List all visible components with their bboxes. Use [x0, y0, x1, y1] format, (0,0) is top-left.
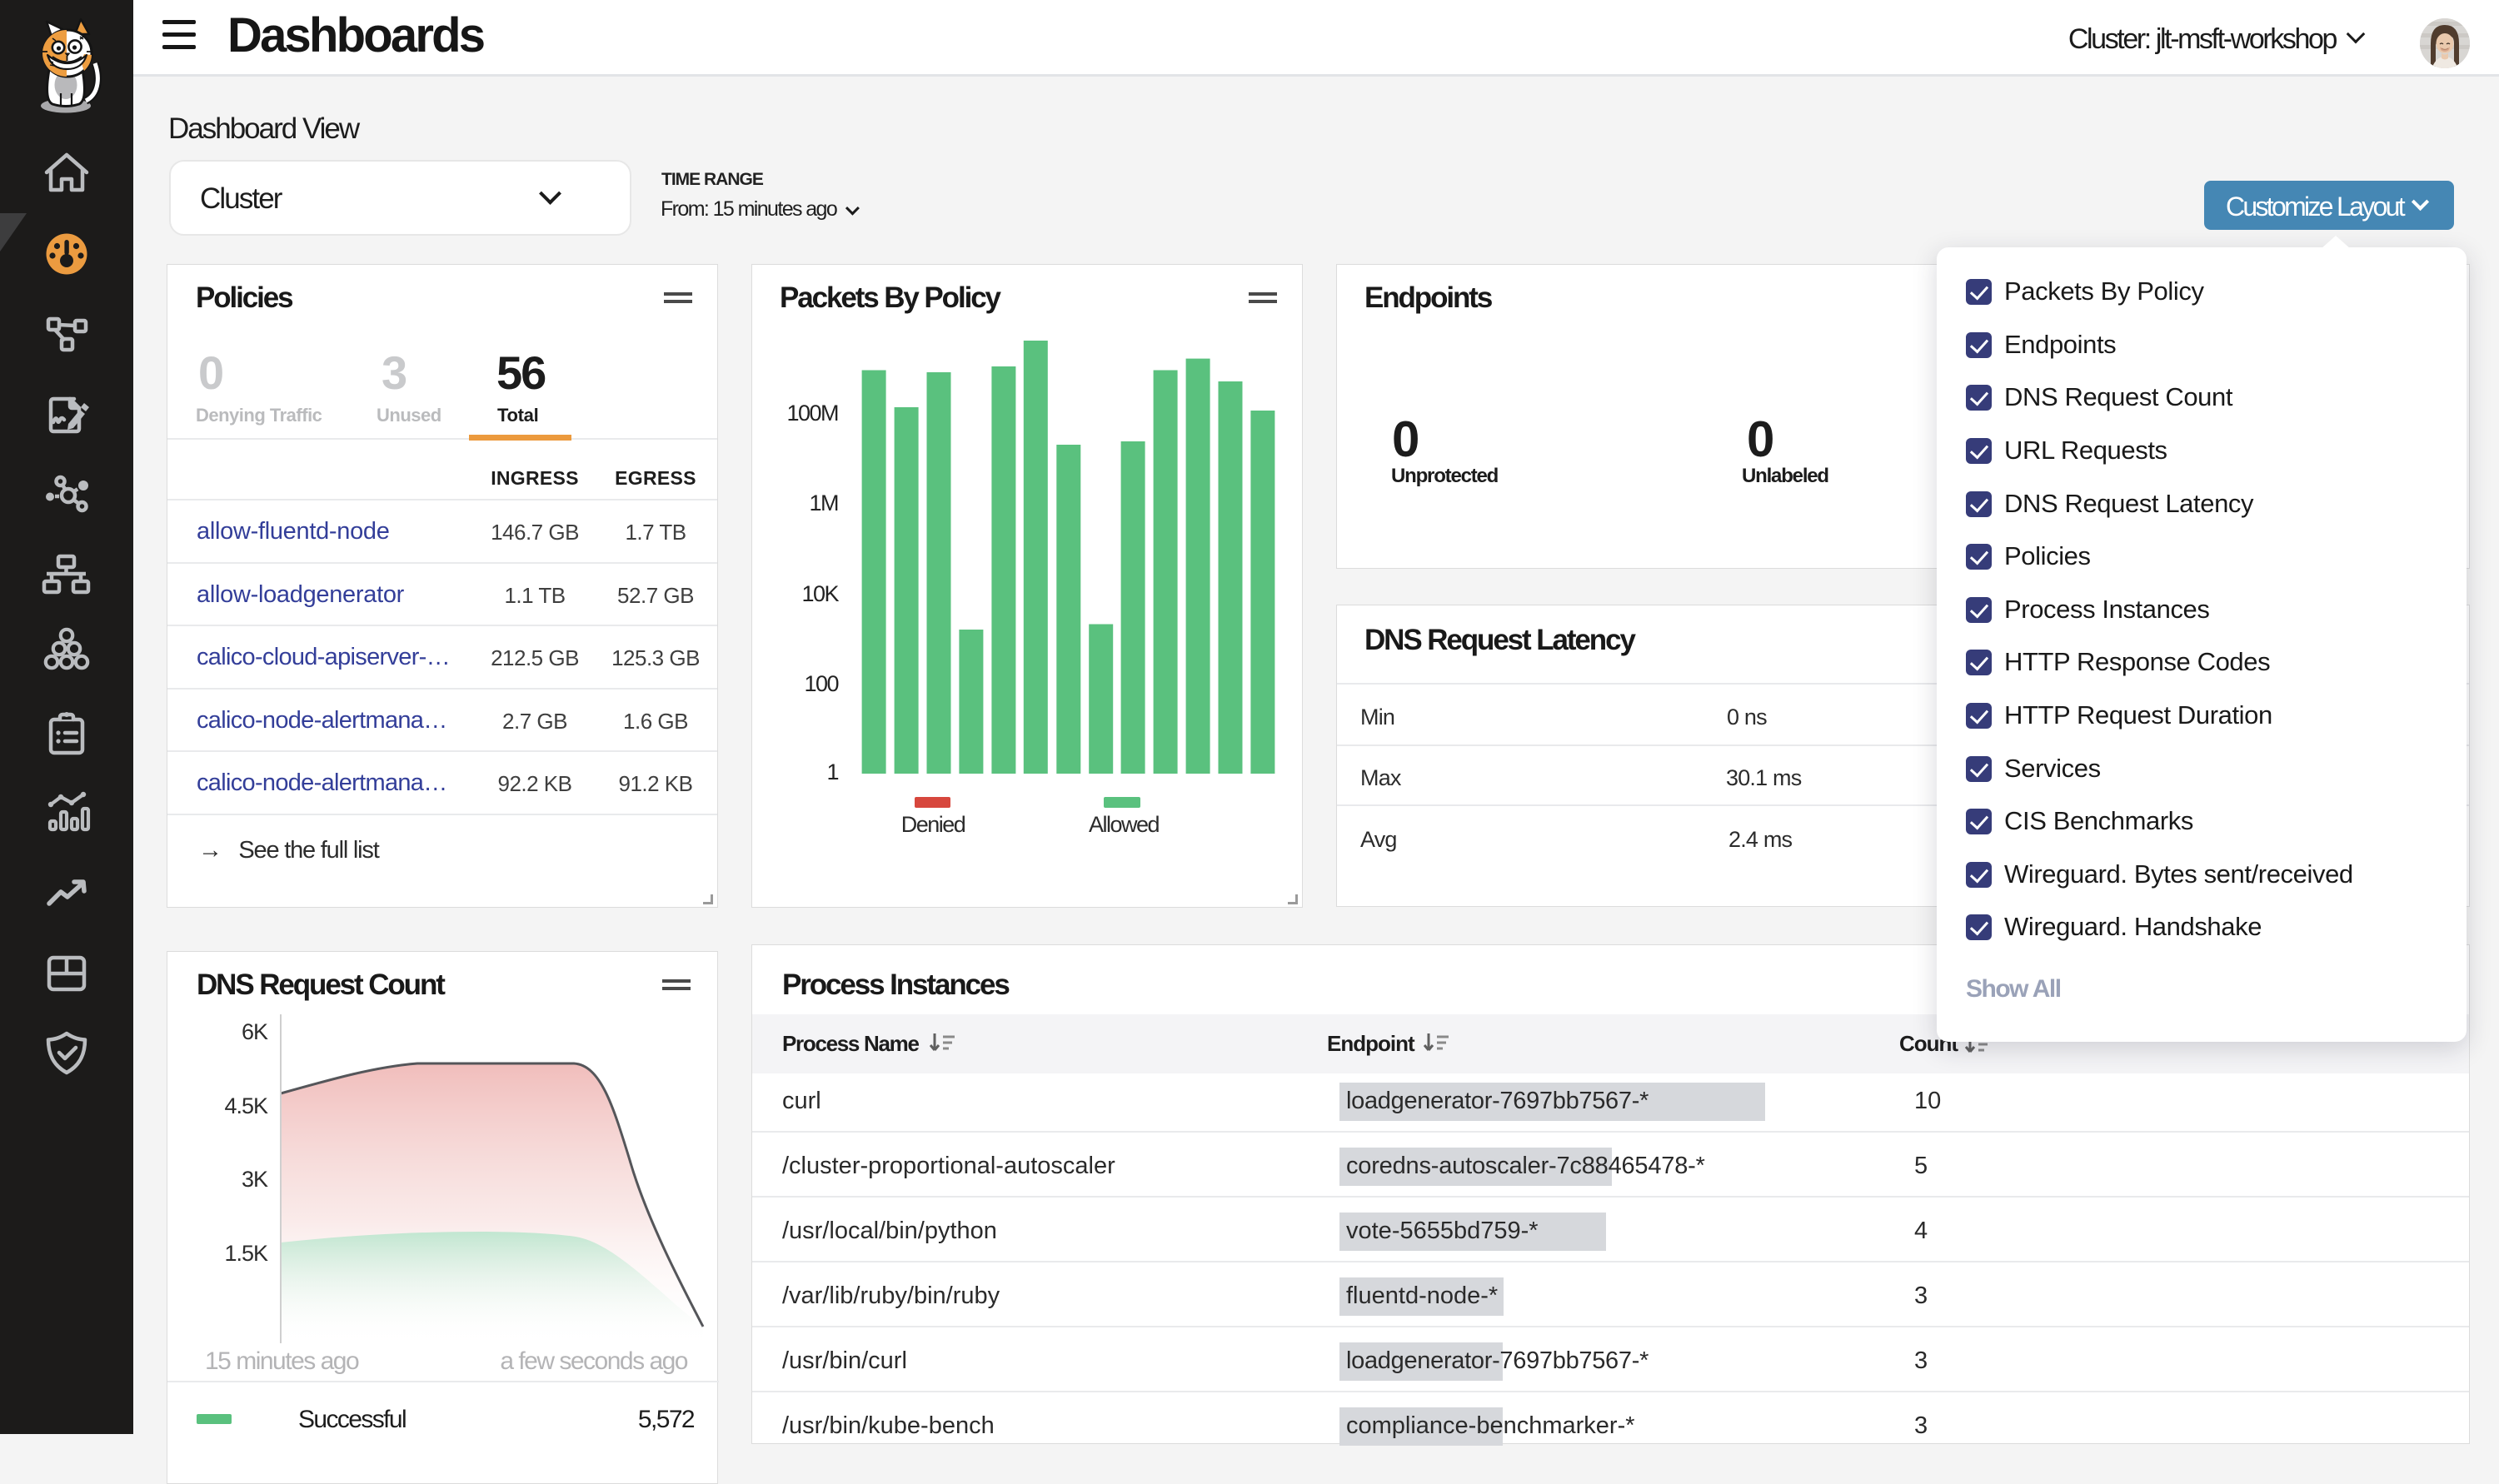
- svg-text:Allowed: Allowed: [1089, 812, 1160, 837]
- svg-text:1.5K: 1.5K: [224, 1241, 268, 1266]
- svg-text:1M: 1M: [809, 491, 838, 515]
- svg-text:Successful: Successful: [298, 1406, 406, 1433]
- svg-text:5,572: 5,572: [638, 1406, 695, 1433]
- svg-text:4.5K: 4.5K: [224, 1093, 268, 1118]
- svg-text:Denied: Denied: [901, 812, 965, 837]
- svg-text:a few seconds ago: a few seconds ago: [500, 1347, 687, 1375]
- svg-text:10K: 10K: [801, 581, 839, 606]
- svg-text:15 minutes ago: 15 minutes ago: [205, 1347, 359, 1375]
- svg-text:1: 1: [826, 759, 838, 784]
- svg-text:100: 100: [804, 671, 838, 696]
- svg-text:6K: 6K: [242, 1019, 268, 1044]
- svg-text:3K: 3K: [242, 1167, 268, 1192]
- svg-text:100M: 100M: [786, 401, 838, 426]
